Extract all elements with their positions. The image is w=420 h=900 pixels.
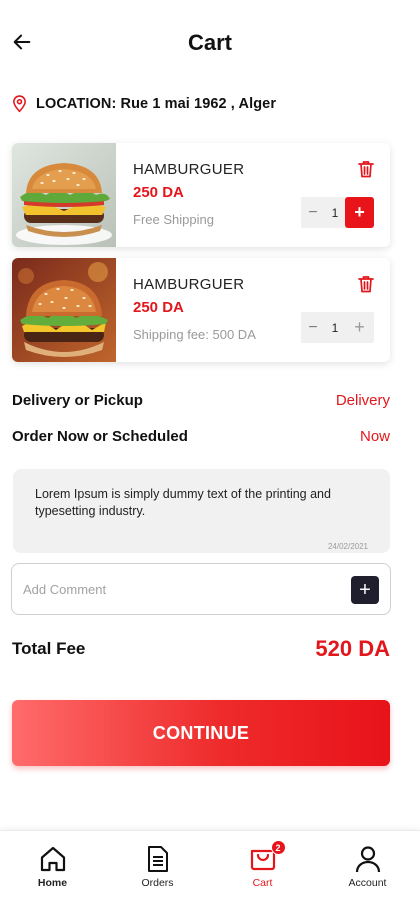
nav-account-label: Account <box>348 877 387 889</box>
bottom-navigation: Home Orders 2 Cart Account <box>0 830 420 900</box>
nav-cart[interactable]: 2 Cart <box>210 831 315 900</box>
nav-orders[interactable]: Orders <box>105 831 210 900</box>
schedule-option-value[interactable]: Now <box>360 428 390 445</box>
message-text: Lorem Ipsum is simply dummy text of the … <box>35 487 331 518</box>
cart-count-badge: 2 <box>270 840 286 855</box>
nav-home[interactable]: Home <box>0 831 105 900</box>
comment-input[interactable] <box>23 576 343 602</box>
comment-box: + <box>11 563 391 615</box>
schedule-option-label: Order Now or Scheduled <box>12 428 188 445</box>
quantity-stepper: − 1 + <box>301 312 374 343</box>
delete-item-button[interactable] <box>358 275 374 298</box>
nav-account[interactable]: Account <box>315 831 420 900</box>
add-comment-button[interactable]: + <box>351 576 379 604</box>
total-fee-row: Total Fee 520 DA <box>12 636 390 662</box>
delivery-option-label: Delivery or Pickup <box>12 392 143 409</box>
nav-orders-label: Orders <box>141 877 174 889</box>
delivery-location[interactable]: LOCATION: Rue 1 mai 1962 , Alger <box>11 94 276 113</box>
message-date: 24/02/2021 <box>327 542 368 551</box>
home-icon <box>40 846 65 872</box>
cart-item: HAMBURGUER 250 DA Free Shipping − 1 + <box>12 143 390 247</box>
delivery-option-row[interactable]: Delivery or Pickup Delivery <box>12 392 390 409</box>
nav-home-label: Home <box>37 877 68 889</box>
hamburger-image <box>12 258 116 362</box>
schedule-option-row[interactable]: Order Now or Scheduled Now <box>12 428 390 445</box>
trash-icon <box>358 161 374 178</box>
decrease-quantity-button[interactable]: − <box>301 204 325 222</box>
item-name: HAMBURGUER <box>133 276 245 293</box>
item-price: 250 DA <box>133 184 184 201</box>
increase-quantity-button[interactable]: + <box>345 312 374 343</box>
quantity-value: 1 <box>331 320 339 335</box>
total-fee-value: 520 DA <box>315 636 390 661</box>
item-price: 250 DA <box>133 299 184 316</box>
user-icon <box>355 846 380 873</box>
document-icon <box>147 846 168 872</box>
quantity-stepper: − 1 + <box>301 197 374 228</box>
decrease-quantity-button[interactable]: − <box>301 319 325 337</box>
continue-button[interactable]: CONTINUE <box>12 700 390 766</box>
shipping-note: Shipping fee: 500 DA <box>133 327 256 342</box>
delete-item-button[interactable] <box>358 160 374 183</box>
page-title: Cart <box>187 30 232 55</box>
delivery-option-value[interactable]: Delivery <box>336 392 390 409</box>
app-header: Cart <box>0 0 420 86</box>
quantity-value: 1 <box>331 205 339 220</box>
trash-icon <box>358 276 374 293</box>
comment-message: Lorem Ipsum is simply dummy text of the … <box>13 469 390 553</box>
nav-cart-label: Cart <box>252 877 273 889</box>
location-text: LOCATION: Rue 1 mai 1962 , Alger <box>36 95 277 112</box>
plus-icon: + <box>359 578 371 601</box>
cart-item: HAMBURGUER 250 DA Shipping fee: 500 DA −… <box>12 258 390 362</box>
hamburger-image <box>12 143 116 247</box>
increase-quantity-button[interactable]: + <box>345 197 374 228</box>
total-fee-label: Total Fee <box>12 639 86 658</box>
map-pin-icon <box>13 95 26 113</box>
item-name: HAMBURGUER <box>133 161 245 178</box>
shipping-note: Free Shipping <box>133 212 214 227</box>
